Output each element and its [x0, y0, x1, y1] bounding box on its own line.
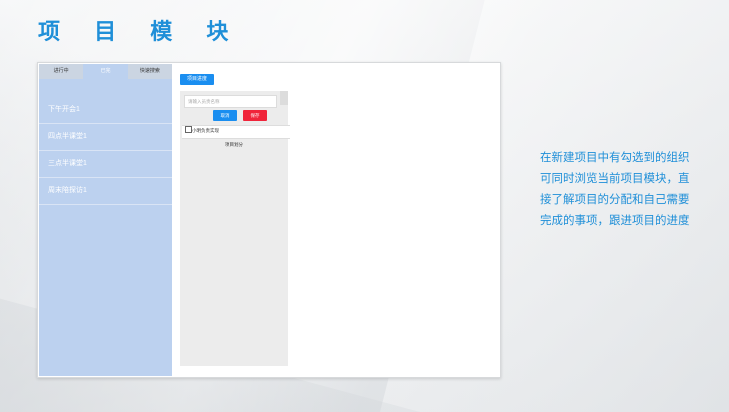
save-button[interactable]: 保存 — [243, 110, 267, 121]
main-area: 项目进度 请输入员责名称 取消 保存 小明负责实现 项目划分 — [172, 64, 499, 376]
page-title: 项 目 模 块 — [38, 19, 243, 44]
project-list: 下午开会1 四点半课堂1 三点半课堂1 周末陪探访1 — [39, 97, 172, 205]
sidebar: 进行中 已完 快速搜索 下午开会1 四点半课堂1 三点半课堂1 周末陪探访1 — [39, 64, 172, 376]
cancel-button[interactable]: 取消 — [213, 110, 237, 121]
panel-scrollbar[interactable] — [280, 91, 288, 105]
assign-panel: 请输入员责名称 取消 保存 小明负责实现 项目划分 — [180, 91, 290, 366]
project-progress-button[interactable]: 项目进度 — [180, 74, 214, 85]
assignee-label: 小明负责实现 — [192, 128, 219, 133]
tab-in-progress[interactable]: 进行中 — [39, 64, 83, 79]
sidebar-item[interactable]: 周末陪探访1 — [39, 178, 172, 205]
tab-bar: 进行中 已完 快速搜索 — [39, 64, 172, 79]
sidebar-item[interactable]: 下午开会1 — [39, 97, 172, 124]
sidebar-item[interactable]: 三点半课堂1 — [39, 151, 172, 178]
tab-quick-search[interactable]: 快速搜索 — [128, 64, 172, 79]
project-part-label: 项目划分 — [225, 142, 243, 147]
app-screenshot: 进行中 已完 快速搜索 下午开会1 四点半课堂1 三点半课堂1 周末陪探访1 项… — [37, 62, 501, 378]
checkbox[interactable] — [185, 126, 192, 133]
sidebar-item[interactable]: 四点半课堂1 — [39, 124, 172, 151]
assignee-row[interactable]: 小明负责实现 — [182, 125, 290, 139]
search-input[interactable]: 请输入员责名称 — [184, 95, 277, 108]
tab-completed[interactable]: 已完 — [83, 64, 128, 79]
description-text: 在新建项目中有勾选到的组织可同时浏览当前项目模块，直接了解项目的分配和自己需要完… — [540, 152, 690, 227]
